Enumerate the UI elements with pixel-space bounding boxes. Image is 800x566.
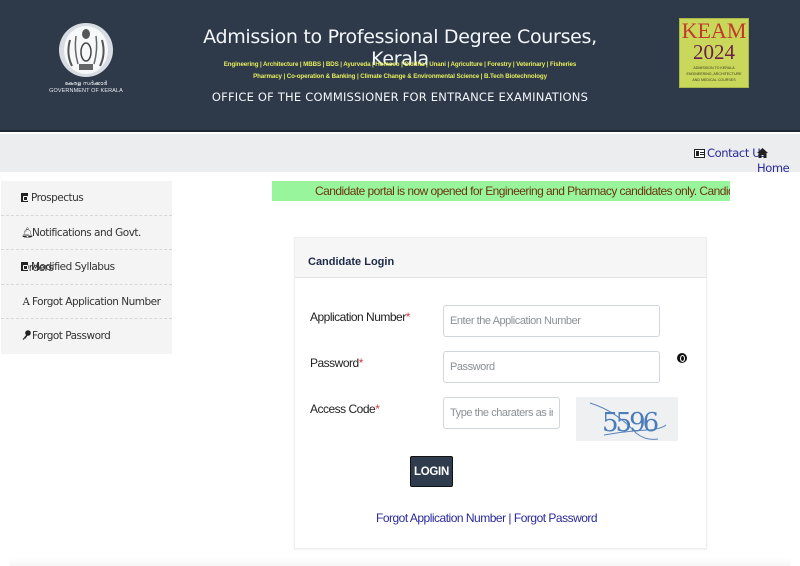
- access-code-label: Access Code*: [310, 402, 380, 416]
- keam-logo: KEAM 2024 ADMISSION TO KERALA ENGINEERIN…: [679, 18, 749, 88]
- card-header: Candidate Login: [295, 238, 706, 278]
- required-mark: *: [375, 402, 380, 416]
- captcha-image[interactable]: 5596: [576, 397, 678, 441]
- password-input[interactable]: [443, 351, 660, 383]
- captcha-text: 5596: [602, 408, 658, 438]
- pdf-file-icon: [21, 193, 28, 202]
- sidebar-item-label: Forgot Password: [32, 330, 111, 343]
- contact-us-link[interactable]: Contact Us: [694, 146, 766, 160]
- key-icon: [21, 320, 31, 354]
- sidebar-item-label: Forgot Application Number: [32, 295, 161, 308]
- sidebar-item-prospectus[interactable]: Prospectus: [1, 181, 172, 216]
- password-label: Password*: [310, 356, 363, 370]
- announcement-marquee: Candidate portal is now opened for Engin…: [272, 181, 730, 201]
- bell-icon: 🔔︎: [21, 227, 34, 239]
- keam-logo-year: 2024: [693, 40, 735, 64]
- forgot-password-link[interactable]: Forgot Password: [514, 511, 598, 525]
- site-header: കേരള സർക്കാർ GOVERNMENT OF KERALA Admiss…: [0, 0, 800, 132]
- sidebar-item-label: Prospectus: [31, 192, 84, 204]
- candidate-login-card: Candidate Login Application Number* Pass…: [294, 237, 707, 549]
- home-link[interactable]: Home: [757, 146, 800, 175]
- link-separator: |: [508, 511, 512, 525]
- footer-divider: [10, 557, 790, 566]
- keam-logo-name: KEAM: [681, 18, 747, 43]
- forgot-application-number-link[interactable]: Forgot Application Number: [376, 511, 506, 525]
- emblem-caption-malayalam: കേരള സർക്കാർ: [64, 81, 108, 87]
- office-title: OFFICE OF THE COMMISSIONER FOR ENTRANCE …: [211, 90, 589, 104]
- required-mark: *: [358, 356, 364, 370]
- font-a-icon: A: [22, 296, 30, 308]
- required-mark: *: [405, 310, 411, 324]
- contact-card-icon: [694, 149, 705, 158]
- home-icon: [757, 147, 768, 161]
- top-nav: Contact Us Home: [0, 134, 800, 175]
- courses-list-line1: Engineering | Architecture | MBBS | BDS …: [223, 61, 577, 68]
- sidebar-item-forgot-password[interactable]: Forgot Password: [1, 319, 172, 354]
- application-number-input[interactable]: [443, 305, 660, 337]
- sidebar-item-forgot-application-number[interactable]: A Forgot Application Number: [1, 285, 172, 320]
- home-label: Home: [757, 161, 790, 175]
- forgot-links: Forgot Application Number | Forgot Passw…: [376, 511, 598, 525]
- sidebar-item-notifications[interactable]: 🔔︎Notifications and Govt. Orders: [1, 216, 172, 274]
- keam-logo-subtitle: ADMISSION TO KERALA ENGINEERING, ARCHITE…: [686, 66, 742, 82]
- sidebar: Prospectus 🔔︎Notifications and Govt. Ord…: [1, 181, 172, 354]
- courses-list-line2: Pharmacy | Co-operation & Banking | Clim…: [253, 73, 547, 80]
- pdf-file-icon: [21, 262, 28, 272]
- sidebar-item-label: Modified Syllabus: [31, 261, 115, 274]
- login-button[interactable]: LOGIN: [410, 456, 453, 487]
- announcement-text: Candidate portal is now opened for Engin…: [315, 184, 730, 198]
- sidebar-item-modified-syllabus[interactable]: Modified Syllabus: [1, 250, 172, 285]
- card-title: Candidate Login: [308, 256, 395, 268]
- eye-toggle-icon[interactable]: [677, 353, 687, 363]
- access-code-input[interactable]: [443, 397, 560, 429]
- emblem-caption-english: GOVERNMENT OF KERALA: [49, 88, 123, 94]
- application-number-label: Application Number*: [310, 310, 410, 324]
